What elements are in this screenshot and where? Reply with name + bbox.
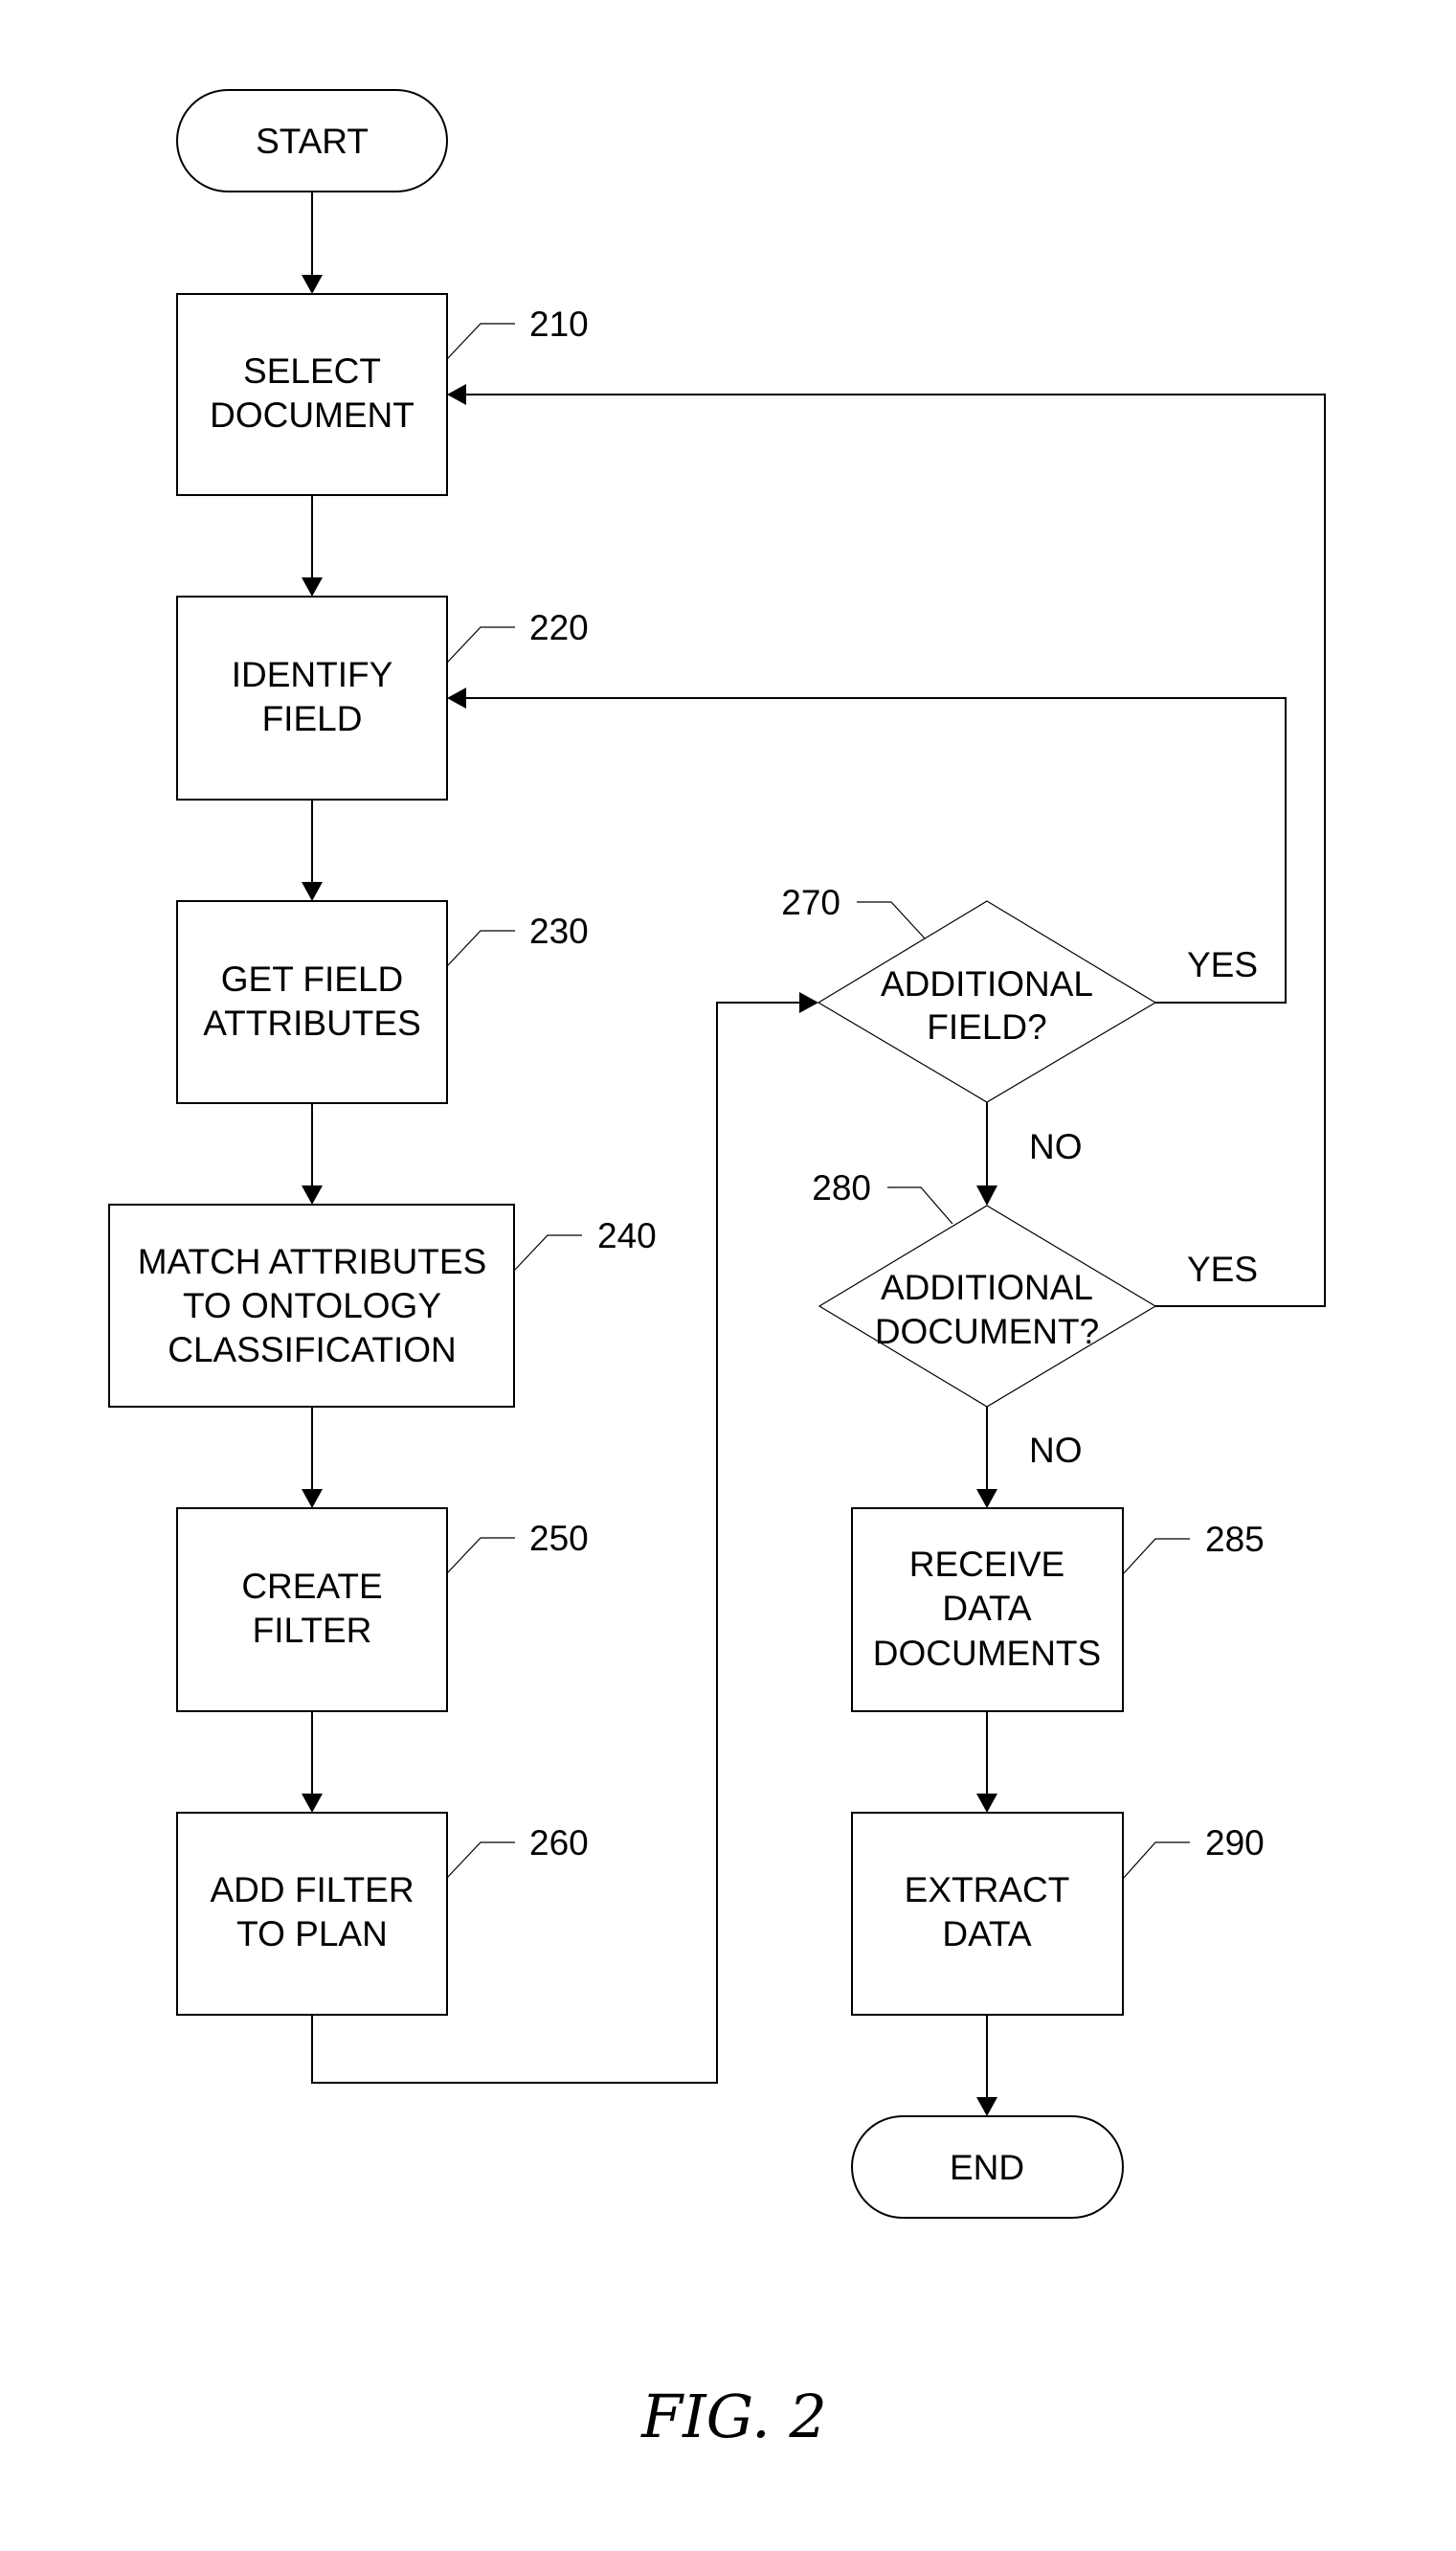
decision-label-line: ADDITIONAL xyxy=(881,1268,1093,1307)
step-label-line: SELECT xyxy=(243,351,381,391)
ref-leader xyxy=(446,930,515,967)
step-label-line: DOCUMENTS xyxy=(873,1634,1101,1673)
ref-number: 250 xyxy=(529,1519,589,1558)
step-240-match-attributes: MATCH ATTRIBUTES TO ONTOLOGY CLASSIFICAT… xyxy=(108,1204,657,1408)
flowchart: START SELECT DOCUMENT 210 IDENTIFY FIELD… xyxy=(108,89,1326,2451)
step-label-line: ADD FILTER xyxy=(210,1870,414,1909)
connector-270-yes-220 xyxy=(461,697,1287,1004)
branch-no-label: NO xyxy=(1029,1431,1083,1470)
ref-leader xyxy=(1122,1538,1190,1575)
step-box xyxy=(176,1507,448,1712)
ref-leader xyxy=(513,1234,582,1272)
ref-leader xyxy=(446,626,515,664)
branch-no-label: NO xyxy=(1029,1127,1083,1166)
step-label-line: RECEIVE xyxy=(909,1545,1064,1584)
ref-number: 240 xyxy=(597,1216,657,1255)
arrow-head xyxy=(302,577,323,597)
end-label: END xyxy=(950,2148,1024,2187)
ref-leader xyxy=(446,323,515,360)
branch-yes-label: YES xyxy=(1187,1250,1258,1289)
decision-label-line: DOCUMENT? xyxy=(875,1312,1099,1351)
arrow-head xyxy=(302,1489,323,1508)
step-label-line: CREATE xyxy=(241,1567,382,1606)
arrow-head xyxy=(976,2097,997,2116)
arrow-head xyxy=(447,384,466,405)
arrow-head xyxy=(302,1185,323,1205)
figure-caption: FIG. 2 xyxy=(640,2382,827,2451)
decision-280-additional-document: ADDITIONAL DOCUMENT? 280 YES NO xyxy=(812,1168,1258,1470)
ref-number: 290 xyxy=(1205,1823,1265,1862)
ref-number: 285 xyxy=(1205,1520,1265,1559)
decision-label-line: ADDITIONAL xyxy=(881,964,1093,1004)
decision-270-additional-field: ADDITIONAL FIELD? 270 YES NO xyxy=(781,883,1258,1166)
ref-number: 260 xyxy=(529,1823,589,1862)
ref-number: 270 xyxy=(781,883,840,922)
ref-leader xyxy=(446,1537,515,1574)
arrow-head xyxy=(976,1185,997,1206)
decision-label-line: FIELD? xyxy=(927,1007,1046,1047)
step-label-line: DOCUMENT xyxy=(210,395,414,435)
arrow-head xyxy=(976,1489,997,1508)
arrow-head xyxy=(302,1794,323,1813)
step-label-line: ATTRIBUTES xyxy=(203,1004,421,1043)
arrow-head xyxy=(799,992,818,1013)
ref-number: 230 xyxy=(529,912,589,951)
branch-yes-label: YES xyxy=(1187,945,1258,984)
ref-leader xyxy=(1122,1841,1190,1880)
step-label-line: GET FIELD xyxy=(221,959,404,999)
step-box xyxy=(176,293,448,496)
step-label-line: FIELD xyxy=(262,699,363,738)
start-label: START xyxy=(256,122,369,161)
step-box xyxy=(176,900,448,1104)
ref-leader xyxy=(446,1841,515,1879)
step-label-line: CLASSIFICATION xyxy=(168,1330,457,1369)
arrow-head xyxy=(302,275,323,294)
step-285-receive-data-documents: RECEIVE DATA DOCUMENTS 285 xyxy=(851,1507,1265,1712)
step-label-line: TO ONTOLOGY xyxy=(183,1286,441,1325)
step-label-line: TO PLAN xyxy=(236,1914,388,1953)
step-label-line: FILTER xyxy=(253,1611,372,1650)
connector-280-yes-210 xyxy=(461,394,1326,1307)
step-label-line: IDENTIFY xyxy=(232,655,393,694)
ref-leader xyxy=(887,1186,953,1225)
arrow-head xyxy=(976,1794,997,1813)
terminal-end: END xyxy=(851,2115,1124,2219)
ref-leader xyxy=(857,901,926,939)
step-260-add-filter-to-plan: ADD FILTER TO PLAN 260 xyxy=(176,1812,589,2016)
step-250-create-filter: CREATE FILTER 250 xyxy=(176,1507,589,1712)
terminal-start: START xyxy=(176,89,448,192)
arrow-head xyxy=(447,688,466,709)
ref-number: 220 xyxy=(529,608,589,647)
connectors xyxy=(302,192,1326,2116)
ref-number: 280 xyxy=(812,1168,871,1208)
step-label-line: DATA xyxy=(942,1914,1032,1953)
arrow-head xyxy=(302,882,323,901)
step-box xyxy=(176,596,448,801)
step-230-get-field-attributes: GET FIELD ATTRIBUTES 230 xyxy=(176,900,589,1104)
step-290-extract-data: EXTRACT DATA 290 xyxy=(851,1812,1265,2016)
step-label-line: MATCH ATTRIBUTES xyxy=(138,1242,487,1281)
ref-number: 210 xyxy=(529,305,589,344)
step-label-line: EXTRACT xyxy=(905,1870,1070,1909)
step-label-line: DATA xyxy=(942,1589,1032,1628)
